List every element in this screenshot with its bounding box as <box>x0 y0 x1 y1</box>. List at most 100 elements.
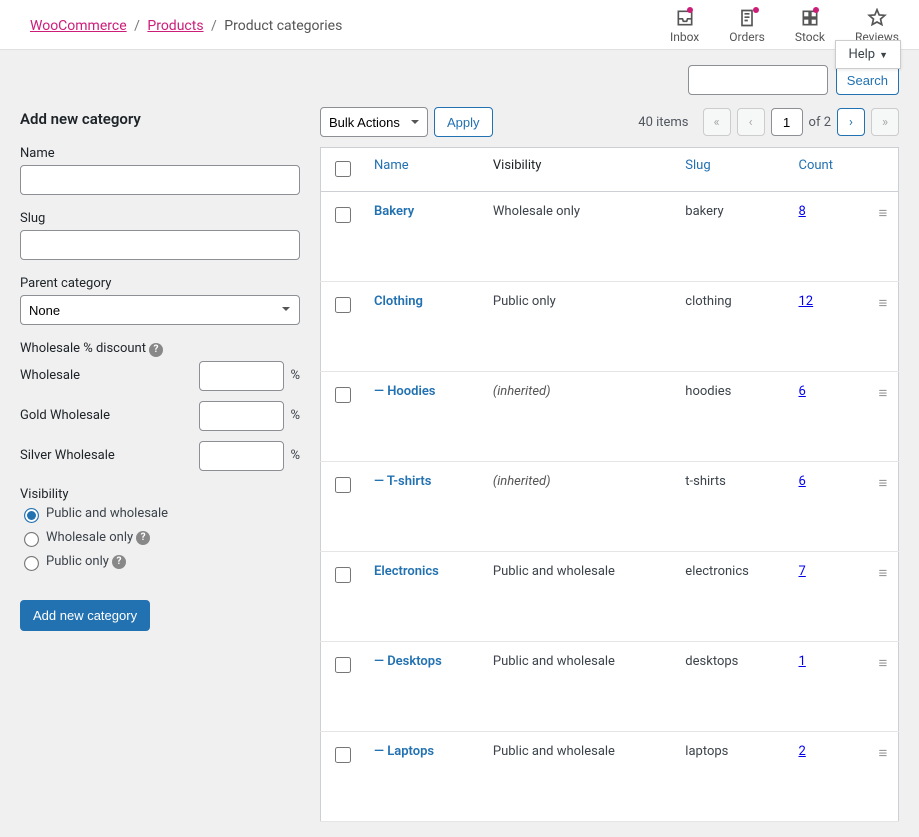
percent-sign: % <box>290 448 300 463</box>
slug-value: clothing <box>685 294 731 309</box>
breadcrumb-root[interactable]: WooCommerce <box>30 18 127 34</box>
count-link[interactable]: 1 <box>799 654 806 669</box>
col-count[interactable]: Count <box>789 148 869 192</box>
breadcrumb-products[interactable]: Products <box>147 18 203 34</box>
visibility-option[interactable]: Public and wholesale <box>20 506 300 522</box>
parent-category-label: Parent category <box>20 276 300 291</box>
page-first-button[interactable]: « <box>703 108 731 136</box>
drag-handle-icon[interactable]: ≡ <box>879 564 888 582</box>
parent-category-select[interactable]: None <box>20 295 300 325</box>
visibility-radio[interactable] <box>24 508 39 523</box>
tier-discount-input[interactable] <box>199 441 284 471</box>
breadcrumb: WooCommerce / Products / Product categor… <box>30 8 670 34</box>
help-label: Help <box>848 47 875 62</box>
count-link[interactable]: 7 <box>799 564 806 579</box>
category-name-link[interactable]: Electronics <box>374 564 439 579</box>
visibility-value: Wholesale only <box>493 204 580 219</box>
drag-handle-icon[interactable]: ≡ <box>879 384 888 402</box>
row-checkbox[interactable] <box>335 387 351 403</box>
count-link[interactable]: 6 <box>799 474 806 489</box>
drag-handle-icon[interactable]: ≡ <box>879 294 888 312</box>
table-row: Bakery Wholesale only bakery 8 ≡ <box>321 192 899 282</box>
info-icon[interactable]: ? <box>112 555 126 569</box>
page-next-button[interactable]: › <box>837 108 865 136</box>
visibility-option[interactable]: Wholesale only ? <box>20 530 300 546</box>
add-category-title: Add new category <box>20 110 300 128</box>
reviews-icon <box>867 8 887 28</box>
search-button[interactable]: Search <box>836 65 899 95</box>
row-checkbox[interactable] <box>335 477 351 493</box>
nav-orders[interactable]: Orders <box>729 8 765 44</box>
col-name[interactable]: Name <box>364 148 483 192</box>
slug-value: electronics <box>685 564 749 579</box>
info-icon[interactable]: ? <box>136 531 150 545</box>
tier-discount-input[interactable] <box>199 401 284 431</box>
bulk-actions-select[interactable]: Bulk Actions <box>320 107 428 137</box>
visibility-value: (inherited) <box>493 474 551 489</box>
breadcrumb-sep: / <box>211 18 217 34</box>
help-dropdown[interactable]: Help ▼ <box>835 40 901 69</box>
count-link[interactable]: 12 <box>799 294 814 309</box>
row-checkbox[interactable] <box>335 657 351 673</box>
visibility-option-label: Wholesale only <box>46 530 133 545</box>
search-input[interactable] <box>688 65 828 95</box>
tier-label: Wholesale <box>20 368 199 383</box>
name-input[interactable] <box>20 165 300 195</box>
drag-handle-icon[interactable]: ≡ <box>879 474 888 492</box>
page-of-text: of 2 <box>809 115 831 130</box>
page-prev-button[interactable]: ‹ <box>737 108 765 136</box>
drag-handle-icon[interactable]: ≡ <box>879 204 888 222</box>
category-name-link[interactable]: Hoodies <box>387 384 435 399</box>
category-name-link[interactable]: Desktops <box>387 654 442 669</box>
category-name-link[interactable]: T-shirts <box>387 474 432 489</box>
category-name-link[interactable]: Clothing <box>374 294 423 309</box>
nav-stock[interactable]: Stock <box>795 8 825 44</box>
table-row: — DesktopsPublic and wholesaledesktops1≡ <box>321 642 899 732</box>
nav-inbox[interactable]: Inbox <box>670 8 699 44</box>
count-link[interactable]: 8 <box>799 204 806 219</box>
visibility-option-label: Public only <box>46 554 109 569</box>
discount-heading: Wholesale % discount? <box>20 341 300 357</box>
percent-sign: % <box>290 408 300 423</box>
slug-value: bakery <box>685 204 723 219</box>
category-name-link[interactable]: Laptops <box>387 744 434 759</box>
name-label: Name <box>20 146 300 161</box>
table-row: Electronics Public and wholesale electroni… <box>321 552 899 642</box>
caret-down-icon: ▼ <box>879 51 888 61</box>
row-checkbox[interactable] <box>335 747 351 763</box>
visibility-option[interactable]: Public only ? <box>20 554 300 570</box>
count-link[interactable]: 2 <box>799 744 806 759</box>
add-category-button[interactable]: Add new category <box>20 600 150 631</box>
select-all-checkbox[interactable] <box>335 161 351 177</box>
col-slug[interactable]: Slug <box>675 148 788 192</box>
page-last-button[interactable]: » <box>871 108 899 136</box>
info-icon[interactable]: ? <box>149 343 163 357</box>
indent-dash: — <box>374 654 387 669</box>
visibility-radio[interactable] <box>24 556 39 571</box>
visibility-label: Visibility <box>20 487 300 502</box>
visibility-value: Public only <box>493 294 556 309</box>
row-checkbox[interactable] <box>335 297 351 313</box>
page-input[interactable] <box>771 108 803 136</box>
tier-label: Gold Wholesale <box>20 408 199 423</box>
table-row: Clothing Public only clothing 12 ≡ <box>321 282 899 372</box>
slug-label: Slug <box>20 211 300 226</box>
items-count: 40 items <box>638 115 688 130</box>
count-link[interactable]: 6 <box>799 384 806 399</box>
visibility-value: Public and wholesale <box>493 744 615 759</box>
visibility-radio[interactable] <box>24 532 39 547</box>
category-name-link[interactable]: Bakery <box>374 204 414 219</box>
slug-value: desktops <box>685 654 738 669</box>
visibility-option-label: Public and wholesale <box>46 506 168 521</box>
drag-handle-icon[interactable]: ≡ <box>879 744 888 762</box>
apply-button[interactable]: Apply <box>434 107 493 137</box>
row-checkbox[interactable] <box>335 207 351 223</box>
nav-reviews[interactable]: Reviews <box>855 8 899 44</box>
visibility-value: Public and wholesale <box>493 564 615 579</box>
tier-discount-input[interactable] <box>199 361 284 391</box>
row-checkbox[interactable] <box>335 567 351 583</box>
slug-input[interactable] <box>20 230 300 260</box>
table-row: — LaptopsPublic and wholesalelaptops2≡ <box>321 732 899 822</box>
percent-sign: % <box>290 368 300 383</box>
drag-handle-icon[interactable]: ≡ <box>879 654 888 672</box>
